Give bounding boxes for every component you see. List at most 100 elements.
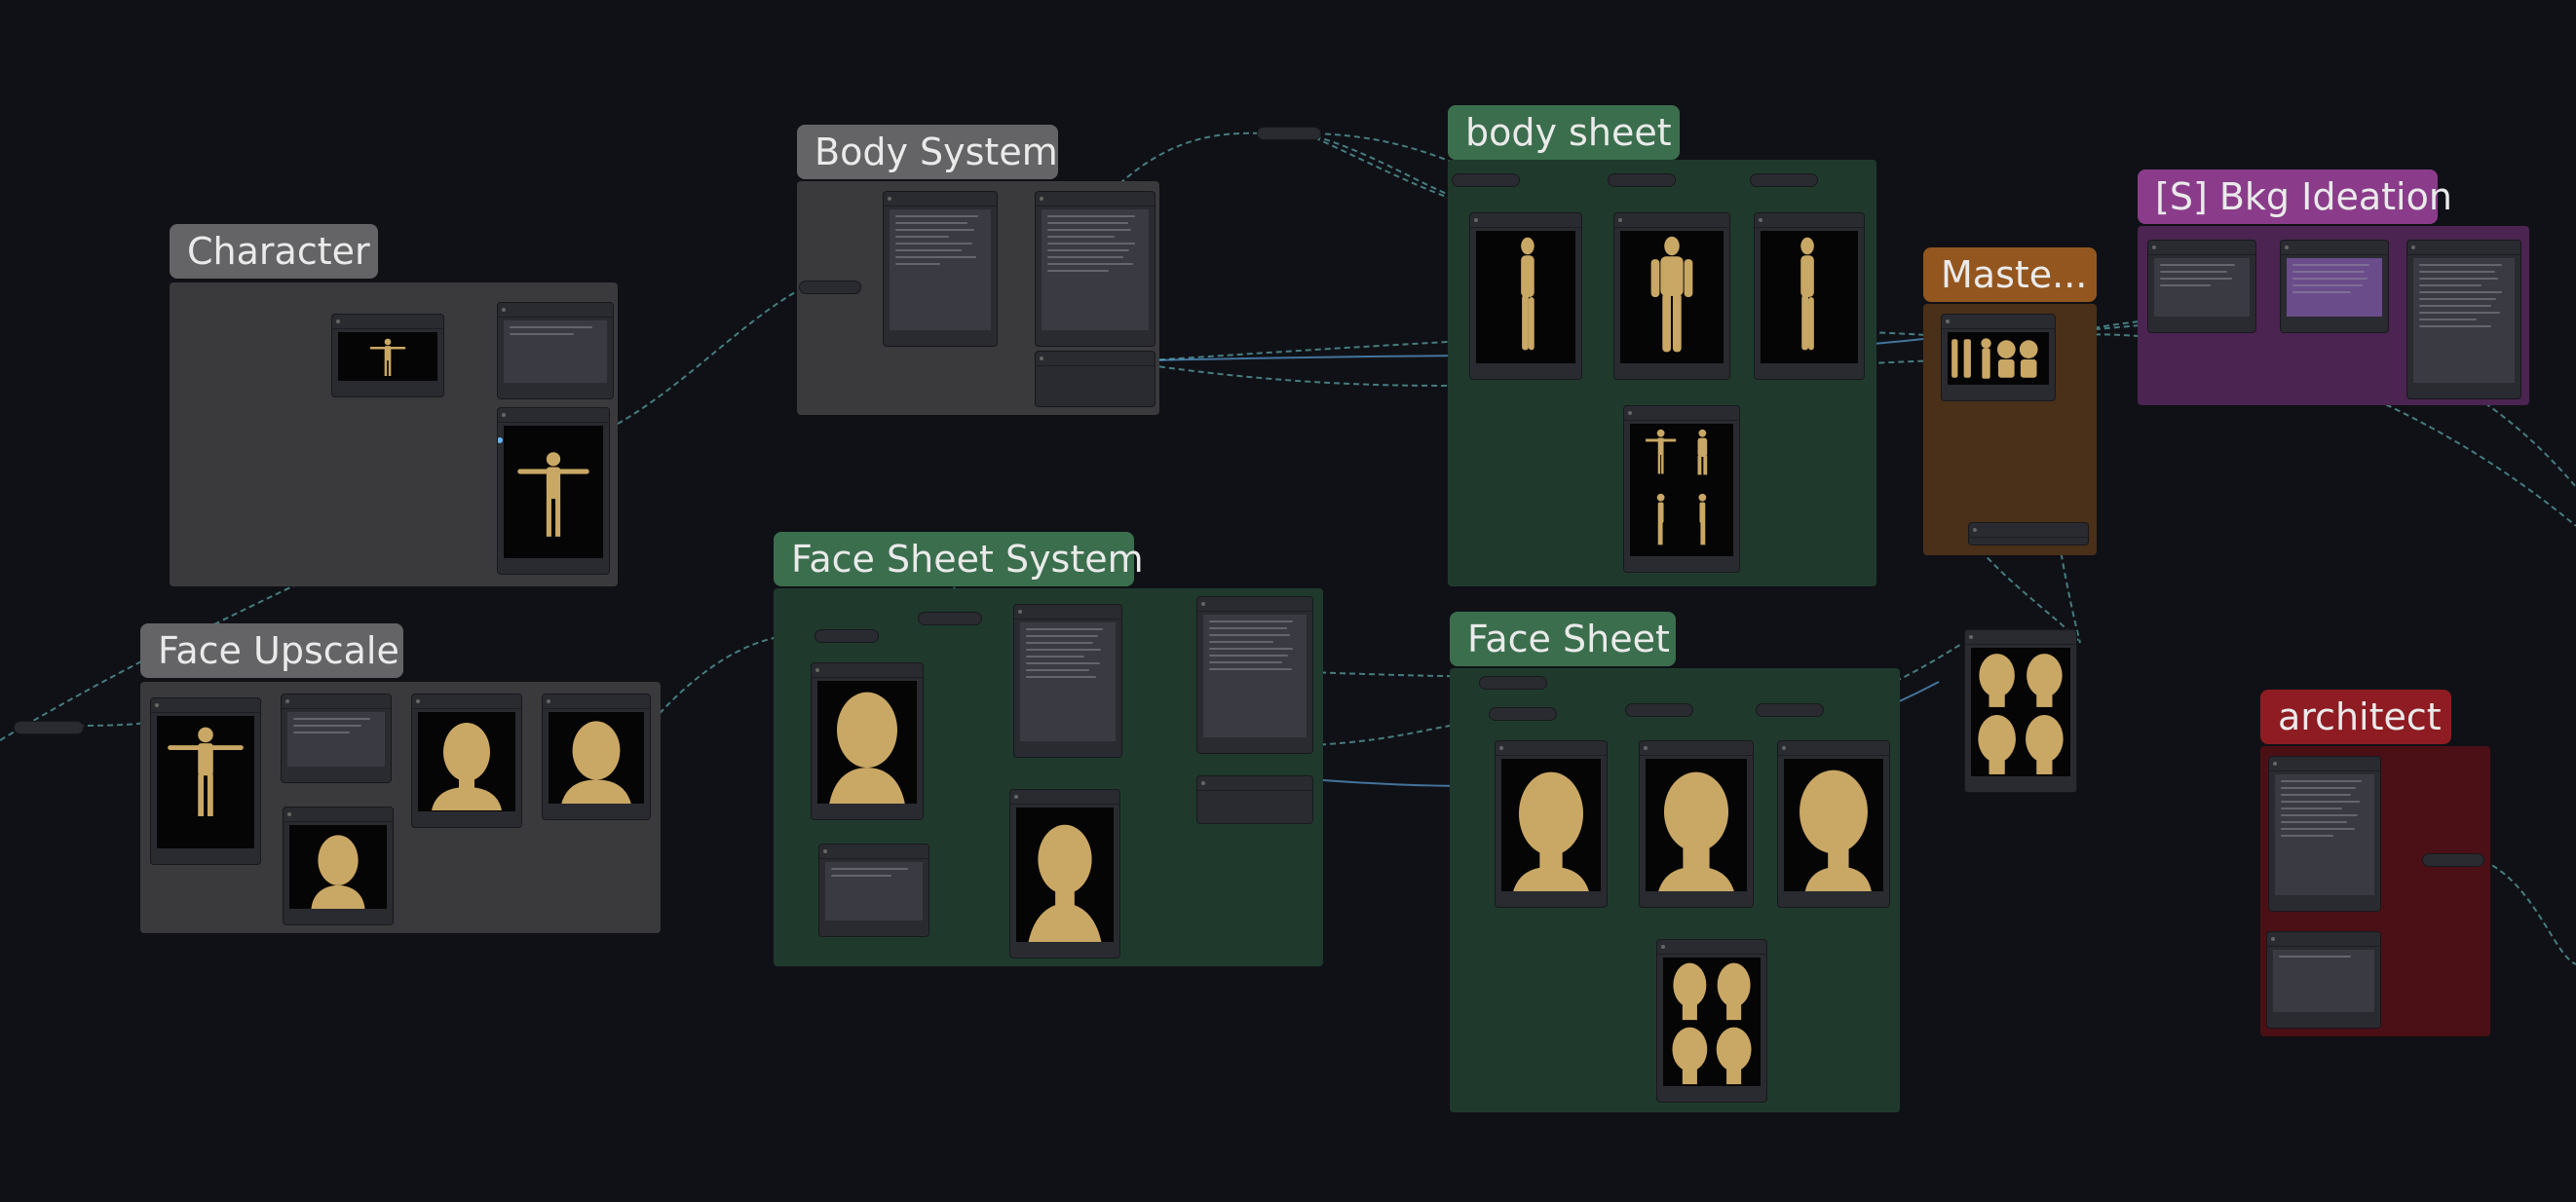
face-upscale-output-node[interactable] xyxy=(411,694,522,828)
image-preview xyxy=(1630,424,1733,556)
master-output-node[interactable] xyxy=(1968,522,2089,545)
bkg-prompt-node[interactable] xyxy=(2147,240,2256,333)
wire xyxy=(608,286,805,430)
figure xyxy=(168,727,244,816)
face-sheet-front-node[interactable] xyxy=(1495,740,1608,908)
master-batch-node[interactable] xyxy=(1941,314,2056,401)
face-texture-node[interactable] xyxy=(542,694,651,820)
body-front-view-node[interactable] xyxy=(1613,212,1730,380)
figure xyxy=(517,452,589,537)
face-sheet-side-node[interactable] xyxy=(1777,740,1890,908)
prompt-text[interactable] xyxy=(287,712,385,767)
node-header xyxy=(1036,192,1155,207)
node-header xyxy=(2407,241,2520,255)
reroute-node[interactable] xyxy=(1625,703,1693,717)
reroute-node[interactable] xyxy=(1452,173,1520,187)
face-system-prompt-node[interactable] xyxy=(1013,604,1122,758)
reroute-node[interactable] xyxy=(2422,853,2484,867)
upscale-prompt-node[interactable] xyxy=(281,694,392,783)
output-text xyxy=(1042,209,1149,330)
figure xyxy=(432,723,502,810)
body-sheet-composite-node[interactable] xyxy=(1623,405,1740,573)
node-header xyxy=(2269,757,2380,771)
node-header xyxy=(1640,741,1753,756)
node-header xyxy=(1010,790,1119,805)
face-prompt-node[interactable] xyxy=(818,844,929,937)
reroute-node[interactable] xyxy=(1750,173,1818,187)
prompt-text[interactable] xyxy=(825,862,923,920)
image-preview xyxy=(1501,759,1601,891)
group-title-body-sheet[interactable]: body sheet xyxy=(1448,105,1680,160)
image-preview xyxy=(1476,231,1575,363)
figure xyxy=(1028,824,1102,942)
node-header xyxy=(1657,940,1766,955)
figure xyxy=(1800,237,1814,351)
prompt-text[interactable] xyxy=(2287,258,2382,317)
llm-output-node[interactable] xyxy=(1035,191,1155,347)
face-crop-node[interactable] xyxy=(283,807,394,925)
face-llm-output-node[interactable] xyxy=(1196,596,1313,754)
image-preview xyxy=(289,825,387,909)
reroute-node[interactable] xyxy=(14,721,84,734)
prompt-text[interactable] xyxy=(1020,622,1116,741)
image-preview xyxy=(1663,958,1761,1086)
face-reference-node[interactable] xyxy=(811,662,924,820)
node-header xyxy=(1197,597,1312,612)
reroute-node[interactable] xyxy=(1257,127,1321,140)
llm-settings-node[interactable] xyxy=(1035,351,1155,407)
face-sheet-composite-node[interactable] xyxy=(1656,939,1767,1103)
prompt-text[interactable] xyxy=(504,320,607,383)
face-front-node[interactable] xyxy=(1009,789,1120,958)
figure xyxy=(561,721,631,804)
image-preview xyxy=(1620,231,1724,363)
body-back-side-view-node[interactable] xyxy=(1754,212,1865,380)
prompt-text[interactable] xyxy=(890,209,991,330)
node-header xyxy=(2267,932,2380,947)
group-title-face-sheet[interactable]: Face Sheet xyxy=(1450,612,1676,666)
prompt-text[interactable] xyxy=(2154,258,2250,317)
face-sheet-back-node[interactable] xyxy=(1639,740,1754,908)
image-preview xyxy=(1016,808,1114,942)
architect-input-node[interactable] xyxy=(2266,931,2381,1029)
prompt-text[interactable] xyxy=(2275,774,2374,895)
image-preview xyxy=(1948,332,2049,385)
node-header xyxy=(1624,406,1739,421)
input-port[interactable] xyxy=(498,437,503,443)
reroute-node[interactable] xyxy=(918,612,982,625)
reroute-node[interactable] xyxy=(1489,707,1557,721)
node-header xyxy=(1014,605,1121,620)
group-title-master[interactable]: Maste... xyxy=(1923,247,2097,302)
image-preview xyxy=(1761,231,1858,363)
prompt-text[interactable] xyxy=(2273,950,2374,1012)
bkg-output-node[interactable] xyxy=(2406,240,2521,399)
reroute-node[interactable] xyxy=(1608,173,1676,187)
reroute-node[interactable] xyxy=(1479,676,1547,690)
image-preview xyxy=(549,712,644,804)
group-title-face-upscale[interactable]: Face Upscale xyxy=(140,623,403,678)
image-preview xyxy=(157,716,254,848)
node-header xyxy=(543,695,650,709)
group-title-body-system[interactable]: Body System xyxy=(797,125,1058,179)
system-prompt-node[interactable] xyxy=(883,191,998,347)
node-header xyxy=(1755,213,1864,228)
body-side-view-node[interactable] xyxy=(1469,212,1582,380)
face-grid-preview-node[interactable] xyxy=(1964,629,2077,793)
preview-image-node[interactable] xyxy=(497,407,610,575)
node-header xyxy=(2281,241,2388,255)
upscale-input-node[interactable] xyxy=(150,697,261,865)
bkg-system-node[interactable] xyxy=(2280,240,2389,333)
group-title-character[interactable]: Character xyxy=(170,224,378,279)
text-prompt-node[interactable] xyxy=(497,302,614,399)
group-title-bkg-ideation[interactable]: [S] Bkg Ideation xyxy=(2138,169,2452,224)
load-image-node[interactable] xyxy=(331,314,444,397)
reroute-node[interactable] xyxy=(1756,703,1824,717)
architect-prompt-node[interactable] xyxy=(2268,756,2381,912)
group-title-architect[interactable]: architect xyxy=(2260,690,2451,744)
reroute-node[interactable] xyxy=(799,281,861,294)
node-header xyxy=(1470,213,1581,228)
node-header xyxy=(1778,741,1889,756)
reroute-node[interactable] xyxy=(814,629,879,643)
face-llm-settings-node[interactable] xyxy=(1196,775,1313,824)
group-title-face-sheet-system[interactable]: Face Sheet System xyxy=(774,532,1144,586)
figure xyxy=(1513,771,1589,891)
